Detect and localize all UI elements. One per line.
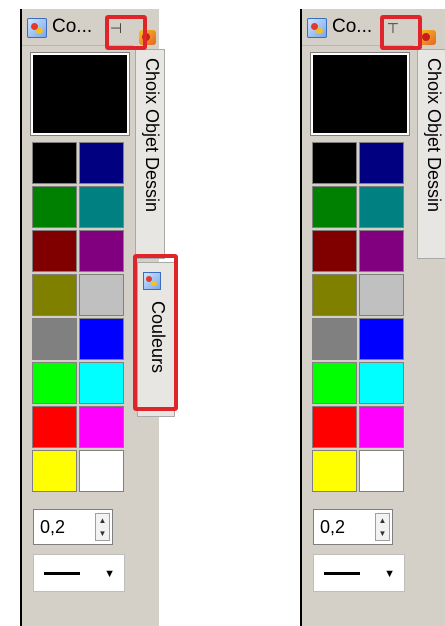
color-swatch[interactable] [79, 230, 124, 272]
panel-titlebar: Co... ⊣ [22, 9, 133, 46]
line-style-dropdown[interactable]: ▼ [313, 554, 405, 592]
panel-title: Co... [332, 16, 373, 37]
color-swatch[interactable] [32, 450, 77, 492]
color-swatch[interactable] [359, 142, 404, 184]
chevron-down-icon[interactable]: ▼ [104, 568, 115, 580]
color-swatch[interactable] [32, 274, 77, 316]
color-swatch[interactable] [359, 274, 404, 316]
line-width-spinner[interactable]: ▲ ▼ [375, 513, 390, 541]
color-swatch[interactable] [32, 230, 77, 272]
tab-label: Choix Objet Dessin [142, 58, 162, 213]
color-palette-grid [32, 142, 126, 492]
line-style-sample [44, 572, 80, 575]
tab-label: Couleurs [148, 301, 168, 374]
color-panel-pinned: Co... ⊣ 0,2 ▲ ▼ ▼ [20, 9, 133, 626]
panel-title: Co... [52, 16, 93, 37]
pin-vertical-icon[interactable]: ⊤ [381, 15, 405, 41]
color-swatch[interactable] [79, 186, 124, 228]
color-swatch[interactable] [312, 186, 357, 228]
line-width-field[interactable]: 0,2 ▲ ▼ [33, 509, 113, 545]
color-swatch[interactable] [32, 186, 77, 228]
current-color-preview [311, 53, 409, 135]
color-swatch[interactable] [359, 450, 404, 492]
color-swatch[interactable] [312, 450, 357, 492]
palette-app-icon [307, 18, 327, 38]
color-swatch[interactable] [79, 274, 124, 316]
color-swatch[interactable] [359, 186, 404, 228]
line-width-value: 0,2 [40, 517, 66, 537]
paint-bucket-icon[interactable] [138, 27, 158, 47]
color-swatch[interactable] [359, 362, 404, 404]
line-style-sample [324, 572, 360, 575]
color-swatch[interactable] [79, 362, 124, 404]
panel-titlebar: Co... ⊤ [302, 9, 413, 46]
spin-down-icon[interactable]: ▼ [96, 527, 109, 540]
color-panel-unpinned: Co... ⊤ 0,2 ▲ ▼ ▼ [300, 9, 413, 626]
tab-choix-objet-dessin[interactable]: Choix Objet Dessin [135, 49, 165, 259]
color-palette-grid [312, 142, 406, 492]
color-swatch[interactable] [312, 318, 357, 360]
line-width-field[interactable]: 0,2 ▲ ▼ [313, 509, 393, 545]
color-swatch[interactable] [359, 406, 404, 448]
spin-up-icon[interactable]: ▲ [96, 514, 109, 527]
palette-icon [143, 272, 161, 290]
line-style-dropdown[interactable]: ▼ [33, 554, 125, 592]
line-width-spinner[interactable]: ▲ ▼ [95, 513, 110, 541]
color-swatch[interactable] [79, 318, 124, 360]
color-swatch[interactable] [32, 406, 77, 448]
color-swatch[interactable] [312, 274, 357, 316]
palette-app-icon [27, 18, 47, 38]
color-swatch[interactable] [79, 450, 124, 492]
color-swatch[interactable] [312, 362, 357, 404]
color-swatch[interactable] [359, 230, 404, 272]
color-swatch[interactable] [79, 406, 124, 448]
color-swatch[interactable] [32, 318, 77, 360]
color-swatch[interactable] [312, 230, 357, 272]
tab-label: Choix Objet Dessin [424, 58, 444, 213]
color-swatch[interactable] [79, 142, 124, 184]
paint-bucket-icon[interactable] [418, 27, 438, 47]
tab-couleurs[interactable]: Couleurs [137, 262, 175, 417]
spin-up-icon[interactable]: ▲ [376, 514, 389, 527]
spin-down-icon[interactable]: ▼ [376, 527, 389, 540]
color-swatch[interactable] [32, 142, 77, 184]
tab-strip-right: Choix Objet Dessin [413, 9, 445, 626]
line-width-value: 0,2 [320, 517, 346, 537]
tab-choix-objet-dessin[interactable]: Choix Objet Dessin [417, 49, 445, 259]
pin-horizontal-icon[interactable]: ⊣ [104, 15, 128, 41]
color-swatch[interactable] [312, 406, 357, 448]
color-swatch[interactable] [32, 362, 77, 404]
current-color-preview [31, 53, 129, 135]
color-swatch[interactable] [312, 142, 357, 184]
color-swatch[interactable] [359, 318, 404, 360]
chevron-down-icon[interactable]: ▼ [384, 568, 395, 580]
tab-strip-left: Choix Objet Dessin Couleurs [133, 9, 175, 626]
